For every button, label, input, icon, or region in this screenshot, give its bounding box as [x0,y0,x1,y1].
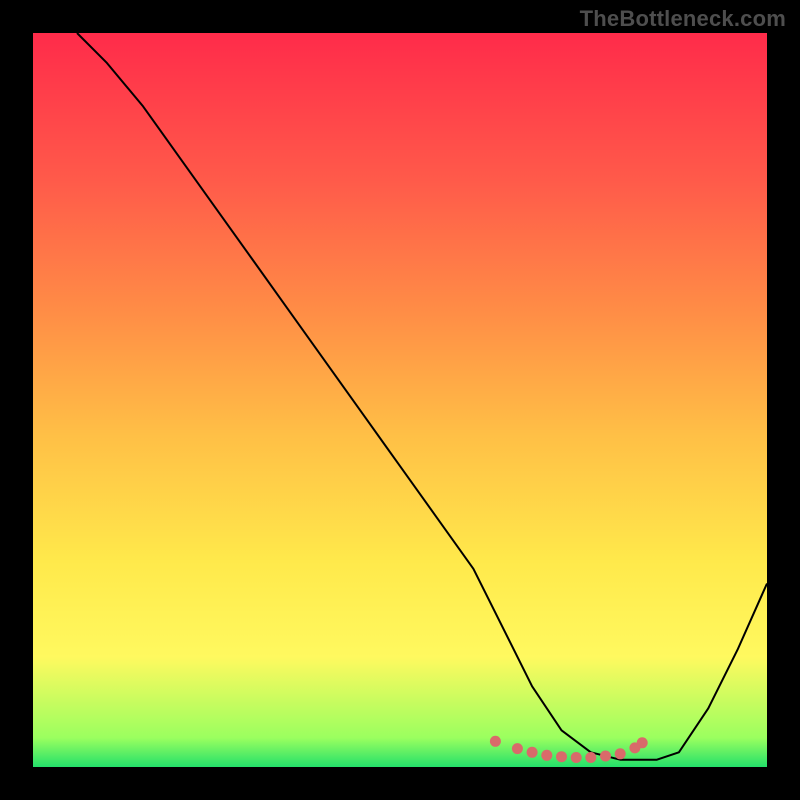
optimal-marker [637,737,648,748]
optimal-marker [527,747,538,758]
optimal-marker [556,751,567,762]
watermark-text: TheBottleneck.com [580,6,786,32]
optimal-marker [585,752,596,763]
chart-frame: TheBottleneck.com [0,0,800,800]
optimal-marker [615,748,626,759]
optimal-marker [512,743,523,754]
optimal-marker [541,750,552,761]
bottleneck-curve [77,33,767,760]
chart-svg [33,33,767,767]
optimal-marker [490,736,501,747]
optimal-marker [600,751,611,762]
optimal-marker [571,752,582,763]
